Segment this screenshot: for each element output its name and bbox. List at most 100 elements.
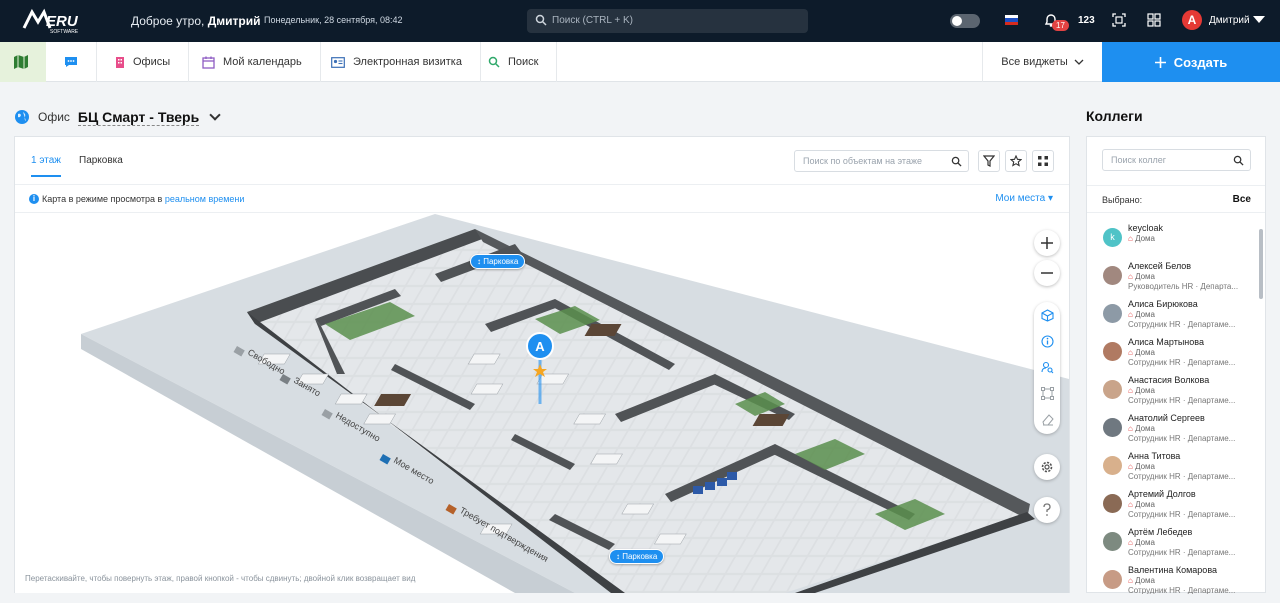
map-icon: [14, 55, 28, 69]
plus-icon: [1041, 237, 1053, 249]
nav-offices-label: Офисы: [133, 56, 171, 68]
help-button[interactable]: [1034, 497, 1060, 523]
all-widgets-dropdown[interactable]: Все виджеты: [982, 42, 1102, 82]
colleague-status: ⌂ Дома: [1128, 424, 1155, 433]
my-places-label: Мои места: [995, 193, 1046, 204]
people-button[interactable]: [1034, 354, 1060, 380]
office-name[interactable]: БЦ Смарт - Тверь: [77, 109, 200, 126]
qr-scan-icon[interactable]: [1112, 13, 1126, 30]
home-icon: ⌂: [1128, 386, 1136, 395]
colleague-item[interactable]: Алексей Белов ⌂ Дома Руководитель HR · Деп…: [1087, 257, 1257, 295]
user-menu-caret-icon[interactable]: [1253, 16, 1265, 23]
map-mode-text: Карта в режиме просмотра в реальном врем…: [42, 194, 244, 204]
colleague-item[interactable]: Алиса Мартынова ⌂ Дома Сотрудник HR · Депа…: [1087, 333, 1257, 371]
filter-icon: [983, 155, 995, 167]
colleague-role: Сотрудник HR · Департаме...: [1128, 396, 1236, 405]
colleague-status-text: Дома: [1135, 272, 1155, 281]
nav-map-button[interactable]: [0, 42, 46, 82]
minus-icon: [1041, 272, 1053, 274]
selected-value[interactable]: Все: [1233, 194, 1251, 205]
colleague-status-text: Дома: [1135, 424, 1155, 433]
filter-button[interactable]: [978, 150, 1000, 172]
create-button[interactable]: Создать: [1102, 42, 1280, 82]
chevron-down-icon[interactable]: [209, 109, 221, 121]
tab-floor-1[interactable]: 1 этаж: [31, 155, 61, 177]
colleague-item[interactable]: Артём Лебедев ⌂ Дома Сотрудник HR · Департ…: [1087, 523, 1257, 561]
nav-chat-button[interactable]: [46, 42, 97, 82]
colleague-status: ⌂ Дома: [1128, 500, 1155, 509]
realtime-link[interactable]: реальном времени: [165, 194, 245, 204]
nav-calendar[interactable]: Мой календарь: [184, 42, 321, 82]
layout-view-button[interactable]: [1032, 150, 1054, 172]
colleague-name: Анна Титова: [1128, 451, 1181, 461]
colleague-role: Сотрудник HR · Департаме...: [1128, 510, 1236, 519]
colleagues-filter[interactable]: Выбрано: Все: [1087, 185, 1265, 213]
building-icon: [116, 56, 124, 68]
colleagues-panel: Поиск коллег Выбрано: Все k keycloak ⌂ Дом…: [1086, 136, 1266, 594]
points-counter[interactable]: 123: [1078, 15, 1095, 26]
chat-icon: [65, 57, 77, 67]
avatar: k: [1103, 228, 1122, 247]
floor-3d-map[interactable]: A Свободно Занято Недоступно Мое место Т…: [15, 214, 1069, 593]
meru-logo[interactable]: ERU SOFTWARE: [22, 8, 92, 35]
colleagues-search[interactable]: Поиск коллег: [1102, 149, 1251, 171]
colleague-item[interactable]: k keycloak ⌂ Дома: [1087, 219, 1257, 257]
nav-business-card[interactable]: Электронная визитка: [313, 42, 481, 82]
avatar: [1103, 304, 1122, 323]
map-tools-group: [1034, 302, 1060, 434]
greeting: Доброе утро, Дмитрий: [131, 14, 260, 28]
colleague-name: Анастасия Волкова: [1128, 375, 1210, 385]
global-search[interactable]: Поиск (CTRL + K): [527, 9, 808, 33]
map-mode-prefix: Карта в режиме просмотра в: [42, 194, 163, 204]
colleague-item[interactable]: Алиса Бирюкова ⌂ Дома Сотрудник HR · Депар…: [1087, 295, 1257, 333]
nav-search[interactable]: Поиск: [470, 42, 558, 82]
floor-plan-render[interactable]: A Свободно Занято Недоступно Мое место Т…: [15, 214, 1069, 593]
view-3d-button[interactable]: [1034, 302, 1060, 328]
theme-toggle[interactable]: [950, 14, 980, 28]
floor-tabs: 1 этаж Парковка Поиск по объектам на эта…: [15, 137, 1069, 185]
home-icon: ⌂: [1128, 424, 1136, 433]
colleague-item[interactable]: Артемий Долгов ⌂ Дома Сотрудник HR · Депар…: [1087, 485, 1257, 523]
map-settings-button[interactable]: [1034, 454, 1060, 480]
notifications-button[interactable]: 17: [1043, 12, 1069, 31]
parking-label-bottom[interactable]: ↕ Парковка: [609, 549, 665, 564]
office-selector[interactable]: Офис БЦ Смарт - Тверь: [14, 108, 221, 126]
colleague-item[interactable]: Анатолий Сергеев ⌂ Дома Сотрудник HR · Деп…: [1087, 409, 1257, 447]
parking-label-top-text: Парковка: [483, 257, 519, 266]
create-button-label: Создать: [1173, 54, 1228, 70]
eraser-button[interactable]: [1034, 406, 1060, 432]
cube-icon: [1040, 308, 1054, 322]
colleague-item[interactable]: Валентина Комарова ⌂ Дома Сотрудник HR · Д…: [1087, 561, 1257, 594]
user-avatar[interactable]: A: [1182, 10, 1202, 30]
colleagues-scrollbar[interactable]: [1259, 229, 1263, 299]
avatar: [1103, 532, 1122, 551]
selected-label: Выбрано:: [1102, 195, 1143, 205]
nav-offices[interactable]: Офисы: [97, 42, 190, 82]
language-flag-icon[interactable]: [1005, 15, 1018, 25]
floor-map-panel: 1 этаж Парковка Поиск по объектам на эта…: [14, 136, 1070, 593]
home-icon: ⌂: [1128, 538, 1136, 547]
colleague-status-text: Дома: [1135, 500, 1155, 509]
colleague-item[interactable]: Анастасия Волкова ⌂ Дома Сотрудник HR · Де…: [1087, 371, 1257, 409]
zoom-in-button[interactable]: [1034, 230, 1060, 256]
home-icon: ⌂: [1128, 310, 1136, 319]
parking-label-top[interactable]: ↕ Парковка: [470, 254, 526, 269]
favorites-button[interactable]: [1005, 150, 1027, 172]
floor-objects-search[interactable]: Поиск по объектам на этаже: [794, 150, 969, 172]
zoom-out-button[interactable]: [1034, 260, 1060, 286]
my-places-dropdown[interactable]: Мои места ▾: [995, 193, 1053, 204]
colleague-status: ⌂ Дома: [1128, 234, 1155, 243]
tab-parking[interactable]: Парковка: [79, 155, 123, 166]
colleague-status-text: Дома: [1135, 386, 1155, 395]
area-select-button[interactable]: [1034, 380, 1060, 406]
nav-business-card-label: Электронная визитка: [353, 56, 462, 68]
apps-grid-icon[interactable]: [1147, 13, 1161, 30]
user-name[interactable]: Дмитрий: [1209, 15, 1250, 26]
colleague-item[interactable]: Анна Титова ⌂ Дома Сотрудник HR · Департам…: [1087, 447, 1257, 485]
svg-text:A: A: [535, 339, 545, 354]
search-icon: [951, 156, 962, 167]
avatar: [1103, 342, 1122, 361]
colleague-status: ⌂ Дома: [1128, 348, 1155, 357]
avatar: [1103, 570, 1122, 589]
info-button[interactable]: [1034, 328, 1060, 354]
